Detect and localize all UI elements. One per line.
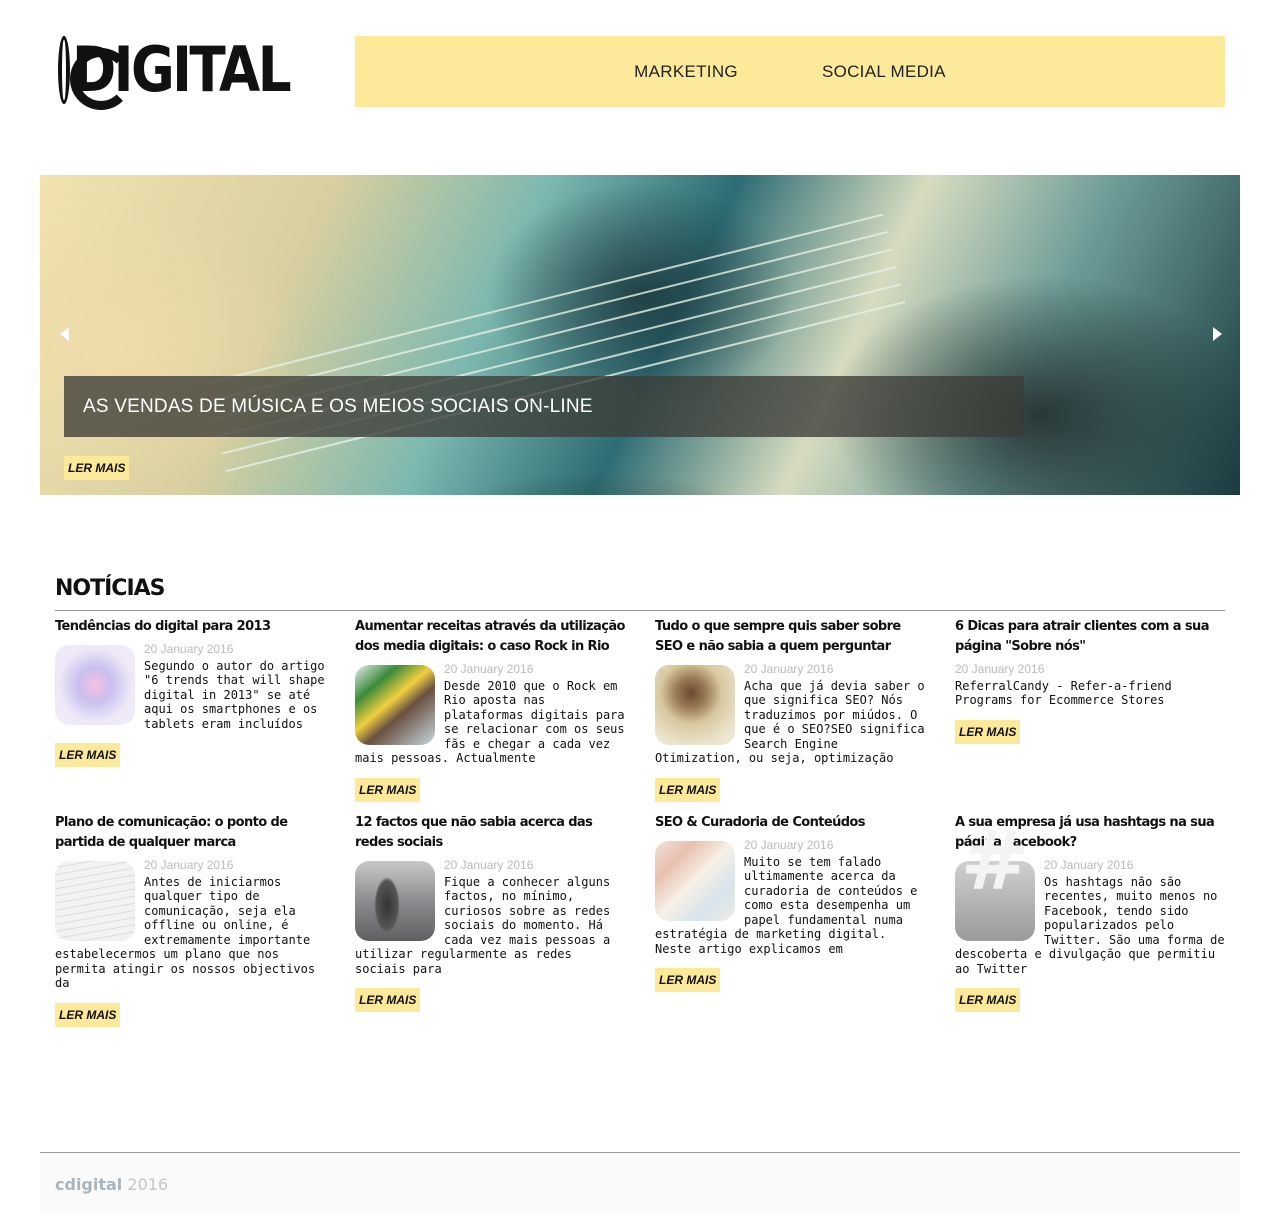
read-more-button[interactable]: LER MAIS xyxy=(655,968,721,992)
article-excerpt: ReferralCandy - Refer-a-friend Programs … xyxy=(955,678,1172,708)
read-more-button[interactable]: LER MAIS xyxy=(55,1002,121,1027)
article-title[interactable]: SEO & Curadoria de Conteúdos xyxy=(655,813,927,833)
article-thumbnail[interactable] xyxy=(655,665,735,745)
article-thumbnail[interactable] xyxy=(355,665,435,745)
footer-background xyxy=(40,1152,1240,1213)
article-thumbnail[interactable] xyxy=(355,861,435,941)
article-excerpt: Segundo o autor do artigo "6 trends that… xyxy=(144,658,325,731)
read-more-button[interactable]: LER MAIS xyxy=(55,743,121,767)
article-thumbnail[interactable] xyxy=(55,645,135,725)
read-more-button[interactable]: LER MAIS xyxy=(355,988,421,1012)
slider-prev-icon[interactable] xyxy=(60,327,69,341)
hero-image xyxy=(203,213,936,495)
news-article: 6 Dicas para atrair clientes com a sua p… xyxy=(955,617,1227,744)
slider-next-icon[interactable] xyxy=(1213,327,1222,341)
article-thumbnail[interactable] xyxy=(55,861,135,941)
news-article: Tudo o que sempre quis saber sobre SEO e… xyxy=(655,617,927,802)
news-article: A sua empresa já usa hashtags na sua pág… xyxy=(955,813,1227,1012)
read-more-button[interactable]: LER MAIS xyxy=(355,777,421,802)
news-article: 12 factos que não sabia acerca das redes… xyxy=(355,813,627,1012)
article-date: 20 January 2016 xyxy=(955,662,1045,676)
article-body: 20 January 2016 Os hashtags não são rece… xyxy=(955,855,1227,1012)
news-article: Aumentar receitas através da utilização … xyxy=(355,617,627,802)
nav-item-marketing[interactable]: MARKETING xyxy=(634,62,738,82)
read-more-button[interactable]: LER MAIS xyxy=(955,719,1021,744)
footer-brand: cdigital xyxy=(55,1175,123,1194)
article-title[interactable]: Plano de comunicação: o ponto de partida… xyxy=(55,813,327,853)
article-body: 20 January 2016 Acha que já devia saber … xyxy=(655,662,927,802)
logo-text: DIGITAL xyxy=(71,33,292,106)
read-more-button[interactable]: LER MAIS xyxy=(655,777,721,802)
news-article: Plano de comunicação: o ponto de partida… xyxy=(55,813,327,1027)
news-article: SEO & Curadoria de Conteúdos 20 January … xyxy=(655,813,927,992)
article-title[interactable]: Tudo o que sempre quis saber sobre SEO e… xyxy=(655,617,927,657)
article-title[interactable]: 12 factos que não sabia acerca das redes… xyxy=(355,813,627,853)
article-title[interactable]: 6 Dicas para atrair clientes com a sua p… xyxy=(955,617,1227,657)
article-body: 20 January 2016 Segundo o autor do artig… xyxy=(55,642,327,767)
hero-caption[interactable]: AS VENDAS DE MÚSICA E OS MEIOS SOCIAIS O… xyxy=(64,376,1024,437)
article-title[interactable]: Tendências do digital para 2013 xyxy=(55,617,327,637)
news-heading: NOTÍCIAS xyxy=(55,576,166,601)
article-body: 20 January 2016 Muito se tem falado ulti… xyxy=(655,838,927,992)
article-thumbnail[interactable] xyxy=(655,841,735,921)
site-logo[interactable]: DIGITAL xyxy=(58,34,324,106)
article-body: 20 January 2016 Fique a conhecer alguns … xyxy=(355,858,627,1012)
footer-copyright: cdigital 2016 xyxy=(55,1175,168,1194)
hero-slider: AS VENDAS DE MÚSICA E OS MEIOS SOCIAIS O… xyxy=(40,175,1240,495)
main-nav: MARKETING SOCIAL MEDIA xyxy=(355,36,1225,107)
article-body: 20 January 2016 Desde 2010 que o Rock em… xyxy=(355,662,627,802)
article-body: 20 January 2016 Antes de iniciarmos qual… xyxy=(55,858,327,1027)
article-body: 20 January 2016 ReferralCandy - Refer-a-… xyxy=(955,662,1227,744)
news-article: Tendências do digital para 2013 20 Janua… xyxy=(55,617,327,767)
logo-c-icon xyxy=(58,36,70,104)
hero-read-more-button[interactable]: LER MAIS xyxy=(64,456,130,480)
article-title[interactable]: Aumentar receitas através da utilização … xyxy=(355,617,627,657)
read-more-button[interactable]: LER MAIS xyxy=(955,988,1021,1012)
article-thumbnail-hashtag-icon[interactable] xyxy=(955,855,1035,941)
nav-item-social-media[interactable]: SOCIAL MEDIA xyxy=(775,62,946,82)
footer-divider xyxy=(40,1152,1240,1153)
footer-year: 2016 xyxy=(127,1175,169,1194)
news-divider xyxy=(55,610,1225,611)
